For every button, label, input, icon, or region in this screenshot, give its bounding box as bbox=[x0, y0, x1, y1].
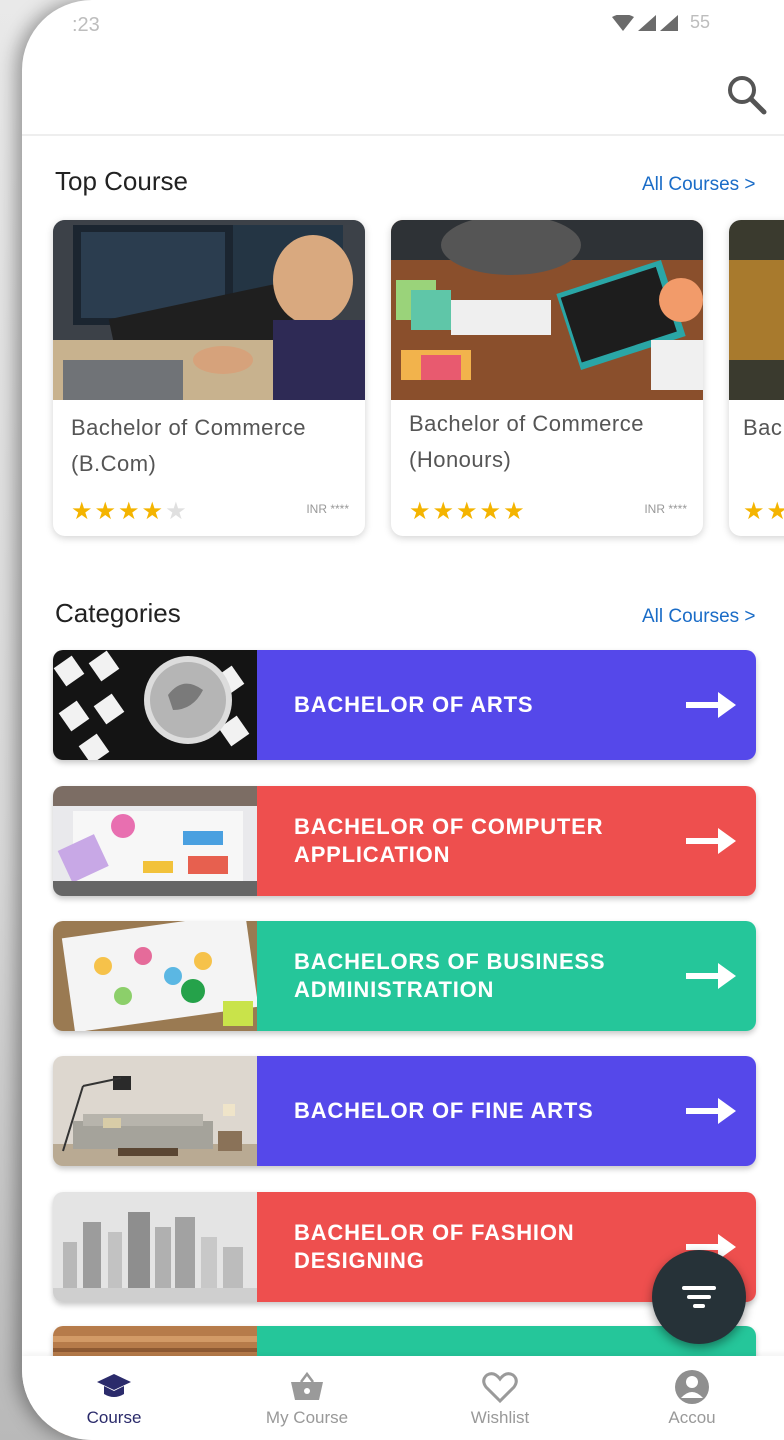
nav-item-my-course[interactable]: My Course bbox=[237, 1362, 377, 1440]
course-price: INR **** bbox=[644, 502, 687, 516]
signal-icon-2 bbox=[660, 14, 678, 31]
course-image-partial bbox=[729, 220, 784, 400]
status-time: :23 bbox=[72, 14, 100, 36]
heart-icon bbox=[482, 1372, 518, 1404]
search-button[interactable] bbox=[722, 70, 772, 120]
category-image-keyboard-globe bbox=[53, 650, 257, 760]
nav-label: My Course bbox=[265, 1408, 349, 1427]
bottom-nav: Course My Course Wishlist Accou bbox=[22, 1356, 784, 1440]
categories-title: Categories bbox=[55, 598, 181, 628]
category-panel: BACHELOR OF ARTS bbox=[257, 650, 756, 760]
status-bar: :23 55 bbox=[22, 0, 784, 52]
rating-stars: ★★ bbox=[743, 498, 784, 525]
rating-stars: ★★★★★ bbox=[71, 498, 189, 525]
category-panel: BACHELOR OF COMPUTER APPLICATION bbox=[257, 786, 756, 896]
rating-stars: ★★★★★ bbox=[409, 498, 527, 525]
arrow-right-icon bbox=[686, 1098, 736, 1124]
course-image-coding bbox=[53, 220, 365, 400]
course-card[interactable]: Bac (Ho ★★ bbox=[729, 220, 784, 536]
course-title: Bac (Ho bbox=[743, 415, 784, 440]
app-bar bbox=[22, 52, 784, 136]
course-title: Bachelor of Commerce (Honours) bbox=[409, 411, 644, 472]
arrow-right-icon bbox=[686, 828, 736, 854]
category-item-fashion-designing[interactable]: BACHELOR OF FASHION DESIGNING bbox=[53, 1192, 756, 1302]
course-price: INR **** bbox=[306, 502, 349, 516]
category-label: BACHELOR OF FASHION DESIGNING bbox=[294, 1220, 575, 1273]
filter-icon bbox=[682, 1286, 716, 1308]
phone-screen: :23 55 Top Course All Courses > Bachelor… bbox=[22, 0, 784, 1440]
graduation-cap-icon bbox=[97, 1374, 131, 1397]
course-image-design-desk bbox=[391, 220, 703, 400]
category-image-city bbox=[53, 1192, 257, 1302]
top-course-title: Top Course bbox=[55, 166, 188, 196]
battery-level: 55 bbox=[690, 12, 711, 32]
search-icon bbox=[728, 76, 767, 115]
signal-icon bbox=[638, 14, 656, 31]
course-card[interactable]: Bachelor of Commerce (Honours) ★★★★★ INR… bbox=[391, 220, 703, 536]
category-label: BACHELOR OF ARTS bbox=[294, 692, 534, 717]
category-label: BACHELOR OF FINE ARTS bbox=[294, 1098, 594, 1123]
category-item-business-administration[interactable]: BACHELORS OF BUSINESS ADMINISTRATION bbox=[53, 921, 756, 1031]
category-panel: BACHELOR OF FINE ARTS bbox=[257, 1056, 756, 1166]
category-item-computer-application[interactable]: BACHELOR OF COMPUTER APPLICATION bbox=[53, 786, 756, 896]
category-image-design-swatches bbox=[53, 786, 257, 896]
top-course-see-all-link[interactable]: All Courses > bbox=[642, 174, 756, 196]
nav-item-account[interactable]: Accou bbox=[622, 1362, 762, 1440]
status-icons: 55 bbox=[612, 12, 710, 33]
arrow-right-icon bbox=[686, 692, 736, 718]
nav-item-course[interactable]: Course bbox=[44, 1362, 184, 1440]
category-item-arts[interactable]: BACHELOR OF ARTS bbox=[53, 650, 756, 760]
category-label: BACHELORS OF BUSINESS ADMINISTRATION bbox=[294, 949, 606, 1002]
category-item-fine-arts[interactable]: BACHELOR OF FINE ARTS bbox=[53, 1056, 756, 1166]
arrow-right-icon bbox=[686, 963, 736, 989]
course-card[interactable]: Bachelor of Commerce (B.Com) ★★★★★ INR *… bbox=[53, 220, 365, 536]
category-label: BACHELOR OF COMPUTER APPLICATION bbox=[294, 814, 604, 867]
category-panel: BACHELORS OF BUSINESS ADMINISTRATION bbox=[257, 921, 756, 1031]
course-title: Bachelor of Commerce (B.Com) bbox=[71, 415, 306, 476]
category-image-living-room bbox=[53, 1056, 257, 1166]
nav-label: Wishlist bbox=[470, 1408, 530, 1427]
wifi-icon bbox=[612, 14, 634, 31]
filter-fab-button[interactable] bbox=[652, 1250, 746, 1344]
nav-item-wishlist[interactable]: Wishlist bbox=[430, 1362, 570, 1440]
categories-see-all-link[interactable]: All Courses > bbox=[642, 606, 756, 628]
account-icon bbox=[675, 1370, 709, 1404]
nav-label: Course bbox=[86, 1408, 142, 1427]
nav-label: Accou bbox=[668, 1408, 716, 1427]
category-image-lightbulbs bbox=[53, 921, 257, 1031]
basket-icon bbox=[291, 1371, 323, 1400]
